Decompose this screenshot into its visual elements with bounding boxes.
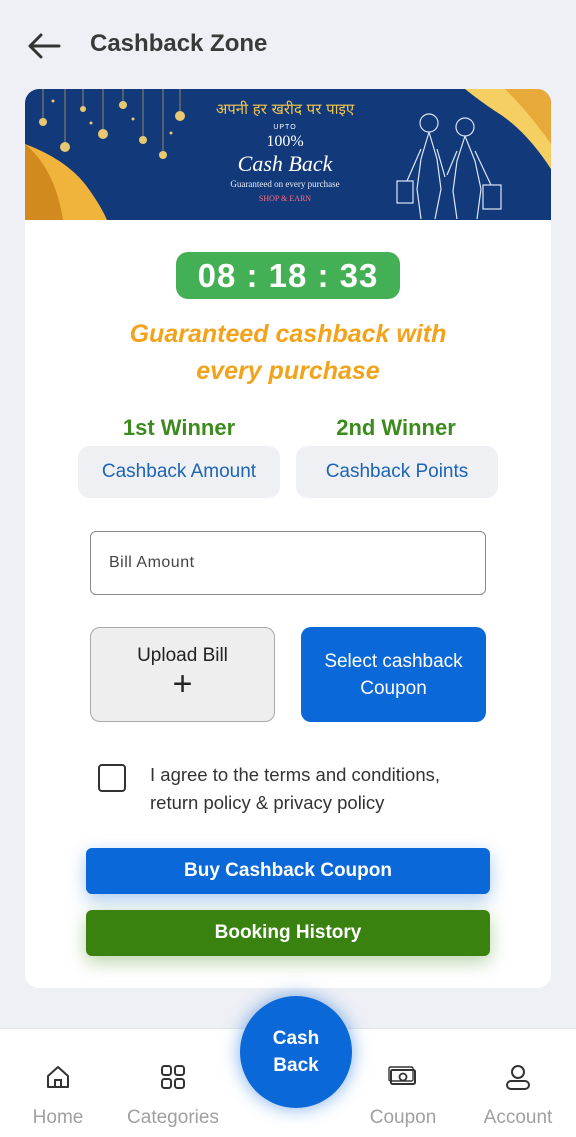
cashback-card: अपनी हर खरीद पर पाइए UPTO 100% Cash Back… xyxy=(25,89,551,988)
banner-text: अपनी हर खरीद पर पाइए UPTO 100% Cash Back… xyxy=(185,99,385,203)
terms-line-2: return policy & privacy policy xyxy=(150,792,385,813)
terms-text: I agree to the terms and conditions, ret… xyxy=(150,761,510,817)
nav-label-account: Account xyxy=(483,1107,553,1128)
cash-icon xyxy=(388,1066,416,1085)
banner-hindi-text: अपनी हर खरीद पर पाइए xyxy=(215,100,355,118)
promo-line-1: Guaranteed cashback with xyxy=(129,320,447,348)
bill-amount-input[interactable] xyxy=(90,531,486,595)
cashback-fab-button[interactable]: Cash Back xyxy=(240,996,352,1108)
plus-icon: + xyxy=(172,665,193,703)
banner-percent: 100% xyxy=(266,133,304,150)
back-button[interactable] xyxy=(26,28,62,64)
promo-line-2: every purchase xyxy=(196,357,380,385)
select-cashback-coupon-button[interactable]: Select cashback Coupon xyxy=(301,627,486,722)
user-icon xyxy=(506,1065,530,1090)
banner-shop-earn: SHOP & EARN xyxy=(258,194,312,203)
banner-cash-back: Cash Back xyxy=(237,151,333,176)
nav-item-coupon[interactable]: Coupon xyxy=(348,1029,458,1137)
nav-label-home: Home xyxy=(32,1107,84,1128)
banner-upto: UPTO xyxy=(273,124,297,131)
booking-history-button[interactable]: Booking History xyxy=(86,910,490,956)
fab-line-2: Back xyxy=(273,1055,319,1076)
terms-line-1: I agree to the terms and conditions, xyxy=(150,764,441,785)
promo-text: Guaranteed cashback with every purchase xyxy=(85,316,491,390)
banner-guarantee: Guaranteed on every purchase xyxy=(230,179,340,189)
countdown-timer: 08 : 18 : 33 xyxy=(176,252,400,299)
home-icon xyxy=(47,1066,69,1088)
nav-item-home[interactable]: Home xyxy=(3,1029,113,1137)
grid-icon xyxy=(161,1065,185,1089)
nav-label-categories: Categories xyxy=(127,1107,219,1128)
second-winner-label: 2nd Winner xyxy=(336,415,456,440)
nav-item-categories[interactable]: Categories xyxy=(118,1029,228,1137)
upload-bill-button[interactable]: Upload Bill + xyxy=(90,627,275,722)
fab-line-1: Cash xyxy=(272,1028,320,1049)
terms-checkbox[interactable] xyxy=(98,764,126,792)
upload-bill-label: Upload Bill xyxy=(137,645,228,666)
nav-item-account[interactable]: Account xyxy=(463,1029,573,1137)
nav-label-coupon: Coupon xyxy=(369,1107,437,1128)
first-winner-label: 1st Winner xyxy=(122,415,236,440)
app-header: Cashback Zone xyxy=(0,0,576,90)
promo-banner: अपनी हर खरीद पर पाइए UPTO 100% Cash Back… xyxy=(25,89,551,220)
select-coupon-label: Select cashback Coupon xyxy=(324,650,463,699)
arrow-left-icon xyxy=(28,33,61,59)
cashback-points-button[interactable]: Cashback Points xyxy=(296,446,498,498)
page-title: Cashback Zone xyxy=(90,30,268,57)
cashback-amount-button[interactable]: Cashback Amount xyxy=(78,446,280,498)
buy-cashback-coupon-button[interactable]: Buy Cashback Coupon xyxy=(86,848,490,894)
